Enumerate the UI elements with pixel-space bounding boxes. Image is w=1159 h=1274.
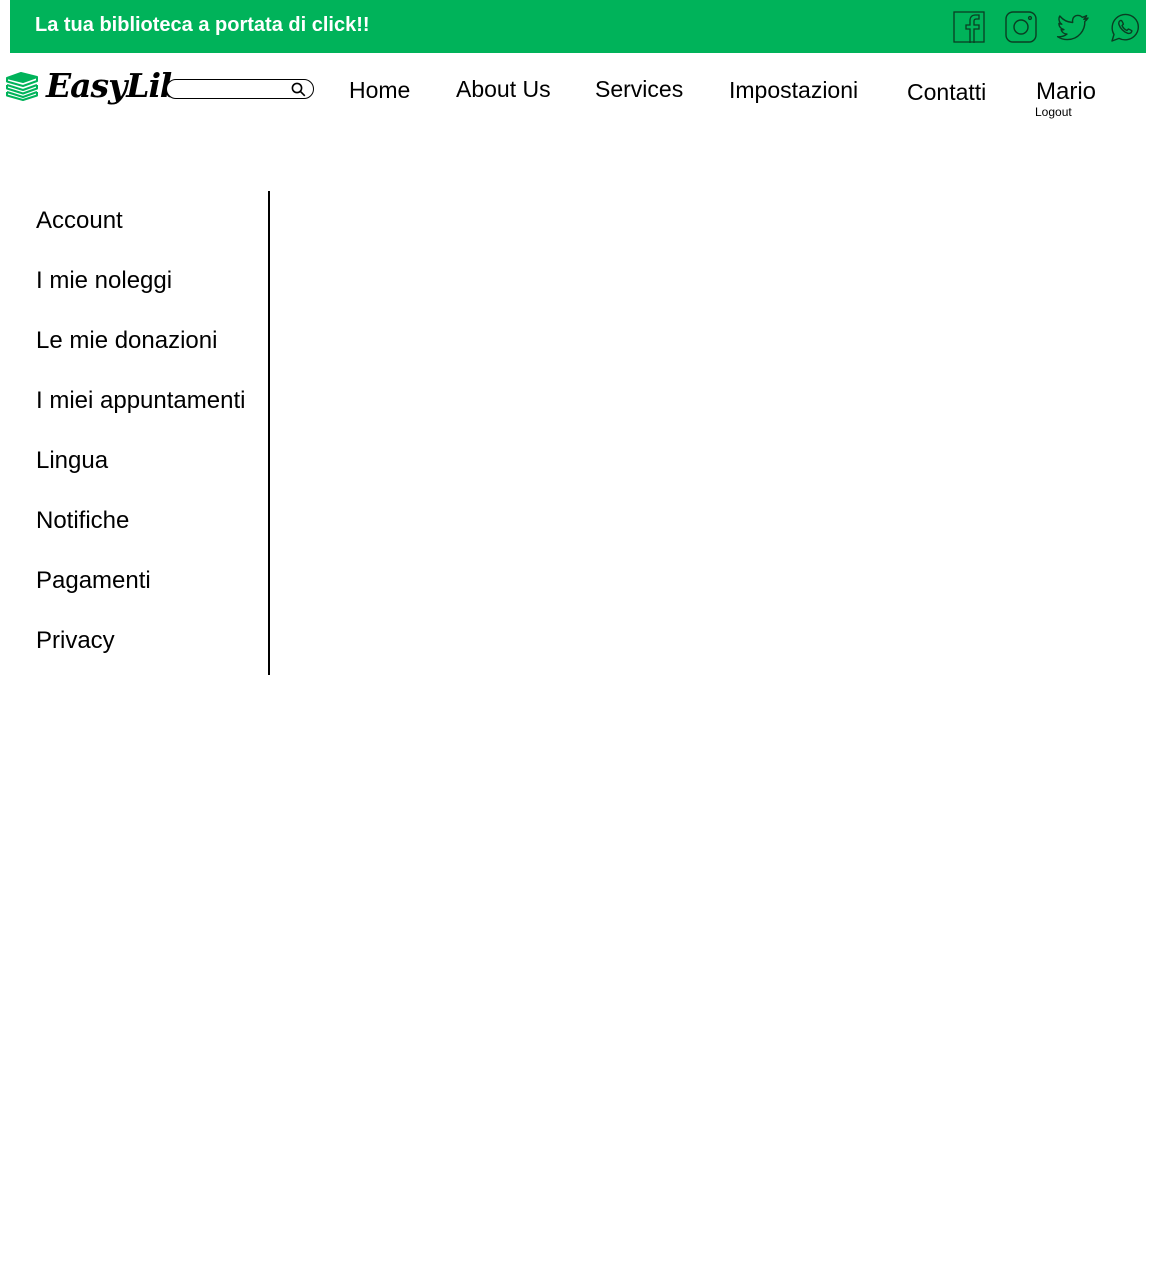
menu-item-privacy[interactable]: Privacy [36,625,245,685]
facebook-icon[interactable] [952,10,986,44]
whatsapp-icon[interactable] [1108,10,1142,44]
menu-item-notifiche[interactable]: Notifiche [36,505,245,565]
tagline: La tua biblioteca a portata di click!! [35,14,370,36]
settings-menu: Account I mie noleggi Le mie donazioni I… [36,205,245,685]
search-box [166,79,314,99]
menu-item-account[interactable]: Account [36,205,245,265]
menu-item-lingua[interactable]: Lingua [36,445,245,505]
nav-about-us[interactable]: About Us [456,76,551,103]
search-icon[interactable] [291,82,306,97]
twitter-icon[interactable] [1056,10,1090,44]
nav-impostazioni[interactable]: Impostazioni [729,77,858,104]
menu-item-noleggi[interactable]: I mie noleggi [36,265,245,325]
nav-services[interactable]: Services [595,76,683,103]
logo-text[interactable]: EasyLib [46,66,183,105]
nav-contatti[interactable]: Contatti [907,79,986,106]
user-name[interactable]: Mario [1036,78,1096,106]
books-icon [5,71,39,101]
menu-item-appuntamenti[interactable]: I miei appuntamenti [36,385,245,445]
sidebar-divider [268,191,270,675]
menu-item-pagamenti[interactable]: Pagamenti [36,565,245,625]
nav-home[interactable]: Home [349,77,410,104]
logout-link[interactable]: Logout [1035,105,1072,119]
menu-item-donazioni[interactable]: Le mie donazioni [36,325,245,385]
top-banner: La tua biblioteca a portata di click!! [10,0,1146,53]
search-input[interactable] [175,81,287,97]
instagram-icon[interactable] [1004,10,1038,44]
